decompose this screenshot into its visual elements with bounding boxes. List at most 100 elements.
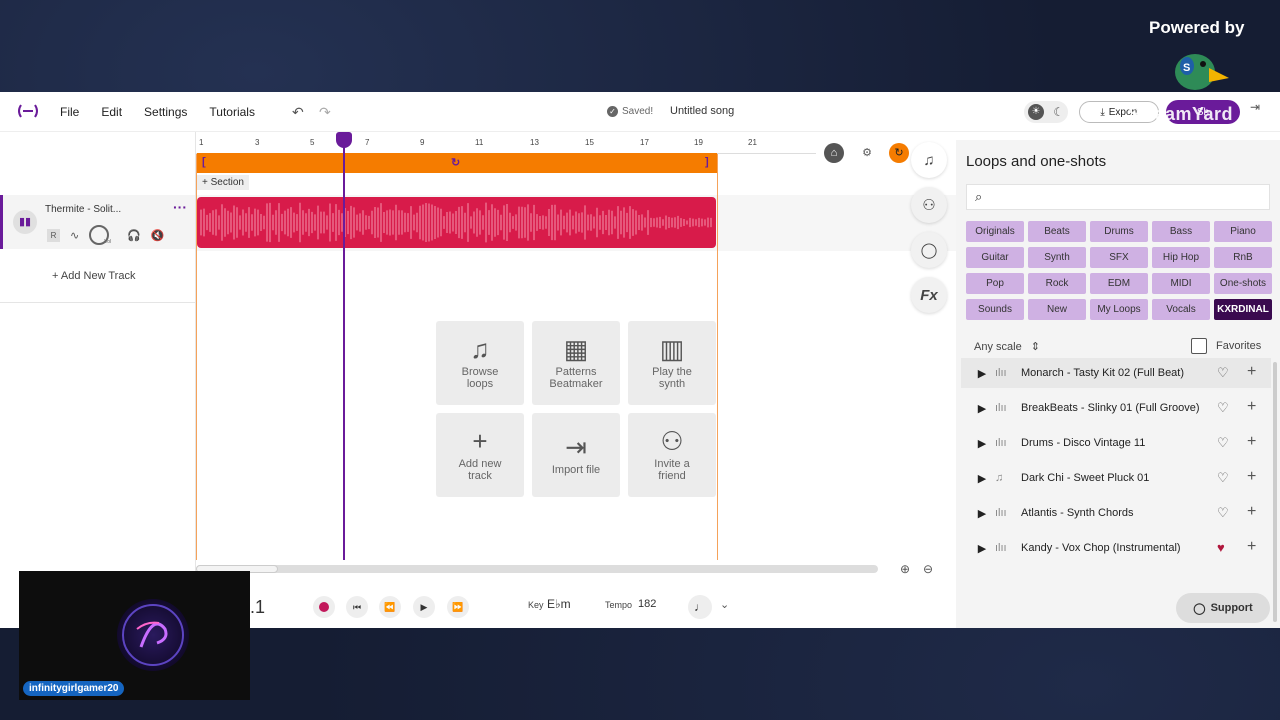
loop-item[interactable]: ▶ ılıı Atlantis - Synth Chords ♡ + [961, 498, 1271, 528]
audio-clip[interactable] [197, 197, 716, 248]
play-icon[interactable]: ▶ [971, 402, 993, 415]
heart-icon[interactable]: ♡ [1217, 400, 1229, 416]
chevron-down-icon[interactable]: ⌄ [720, 598, 729, 611]
import-file-tile[interactable]: ⇥ Import file [532, 413, 620, 497]
chip-kxrdinal[interactable]: KXRDINAL [1214, 299, 1272, 320]
loop-item[interactable]: ▶ ılıı Monarch - Tasty Kit 02 (Full Beat… [961, 358, 1271, 388]
add-icon[interactable]: + [1247, 398, 1256, 416]
chip-sfx[interactable]: SFX [1090, 247, 1148, 268]
add-new-track-link[interactable]: + Add New Track [52, 270, 135, 282]
automation-icon[interactable]: ∿ [70, 229, 79, 242]
track-row[interactable]: ▮▮ Thermite - Solit... ··· R ∿ Vol 🎧 🔇 [0, 195, 195, 249]
chip-new[interactable]: New [1028, 299, 1086, 320]
scale-select[interactable]: Any scale ⇕ [974, 340, 1040, 353]
playhead[interactable] [343, 132, 345, 560]
play-icon[interactable]: ▶ [971, 437, 993, 450]
undo-icon[interactable]: ↶ [292, 104, 304, 121]
patterns-beatmaker-tile[interactable]: ▦ Patterns Beatmaker [532, 321, 620, 405]
chip-hip-hop[interactable]: Hip Hop [1152, 247, 1210, 268]
rewind-icon[interactable]: ⏪ [379, 596, 401, 618]
heart-filled-icon[interactable]: ♥ [1217, 540, 1225, 555]
theme-toggle[interactable]: ☀ ☾ [1024, 101, 1068, 123]
add-new-track-tile[interactable]: + Add new track [436, 413, 524, 497]
record-arm-button[interactable]: R [47, 228, 60, 242]
add-icon[interactable]: + [1247, 468, 1256, 486]
add-icon[interactable]: + [1247, 538, 1256, 556]
chip-bass[interactable]: Bass [1152, 221, 1210, 242]
invite-friend-tile[interactable]: ⚇ Invite a friend [628, 413, 716, 497]
browse-loops-tile[interactable]: ♫ Browse loops [436, 321, 524, 405]
loop-item[interactable]: ▶ ♫ Dark Chi - Sweet Pluck 01 ♡ + [961, 463, 1271, 493]
loop-region-bar[interactable]: [ ↻ ] [197, 153, 717, 173]
mute-icon[interactable]: 🔇 [151, 229, 165, 242]
panel-scrollbar[interactable] [1273, 362, 1277, 622]
chat-icon[interactable]: ◯ [911, 232, 947, 268]
app-logo-icon[interactable] [16, 104, 40, 118]
add-icon[interactable]: + [1247, 503, 1256, 521]
chip-drums[interactable]: Drums [1090, 221, 1148, 242]
metronome-icon[interactable]: ♩ [688, 595, 712, 619]
zoom-in-icon[interactable]: ⊕ [900, 562, 910, 576]
search-input[interactable]: ⌕ [966, 184, 1270, 210]
song-title[interactable]: Untitled song [670, 105, 734, 117]
playhead-handle[interactable] [336, 132, 352, 148]
tempo-value[interactable]: 182 [638, 598, 656, 610]
favorites-checkbox[interactable] [1191, 338, 1207, 354]
menu-file[interactable]: File [60, 105, 79, 119]
chip-edm[interactable]: EDM [1090, 273, 1148, 294]
exit-icon[interactable]: ⇥ [1250, 100, 1260, 114]
loop-end-handle-icon[interactable]: ] [705, 156, 709, 168]
chip-beats[interactable]: Beats [1028, 221, 1086, 242]
heart-icon[interactable]: ♡ [1217, 365, 1229, 381]
autoscroll-icon[interactable]: ⌂ [824, 143, 844, 163]
loop-toggle-icon[interactable]: ↻ [889, 143, 909, 163]
menu-edit[interactable]: Edit [101, 105, 122, 119]
timeline-ruler[interactable]: 1 3 5 7 9 11 13 15 17 19 21 [196, 132, 816, 154]
add-icon[interactable]: + [1247, 433, 1256, 451]
chip-my-loops[interactable]: My Loops [1090, 299, 1148, 320]
chip-piano[interactable]: Piano [1214, 221, 1272, 242]
track-name[interactable]: Thermite - Solit... [45, 204, 121, 215]
play-icon[interactable]: ▶ [971, 367, 993, 380]
play-icon[interactable]: ▶ [971, 507, 993, 520]
add-section-button[interactable]: + Section [197, 175, 249, 190]
volume-knob[interactable]: Vol [89, 225, 111, 245]
chip-sounds[interactable]: Sounds [966, 299, 1024, 320]
key-value[interactable]: E♭m [547, 597, 571, 611]
more-options-icon[interactable]: ··· [173, 199, 187, 215]
timeline-scrollbar[interactable] [196, 565, 878, 573]
headphones-icon[interactable]: 🎧 [127, 229, 141, 242]
chip-midi[interactable]: MIDI [1152, 273, 1210, 294]
loop-item[interactable]: ▶ ılıı Kandy - Vox Chop (Instrumental) ♥… [961, 533, 1271, 563]
loop-item[interactable]: ▶ ılıı BreakBeats - Slinky 01 (Full Groo… [961, 393, 1271, 423]
chip-one-shots[interactable]: One-shots [1214, 273, 1272, 294]
chip-pop[interactable]: Pop [966, 273, 1024, 294]
chip-vocals[interactable]: Vocals [1152, 299, 1210, 320]
skip-to-start-icon[interactable]: ⏮ [346, 596, 368, 618]
chip-guitar[interactable]: Guitar [966, 247, 1024, 268]
gear-icon[interactable]: ⚙ [857, 143, 877, 163]
add-icon[interactable]: + [1247, 363, 1256, 381]
play-icon[interactable]: ▶ [971, 542, 993, 555]
menu-settings[interactable]: Settings [144, 105, 187, 119]
heart-icon[interactable]: ♡ [1217, 435, 1229, 451]
fast-forward-icon[interactable]: ⏩ [447, 596, 469, 618]
loops-tool-icon[interactable]: ♫ [911, 142, 947, 178]
chip-rnb[interactable]: RnB [1214, 247, 1272, 268]
zoom-out-icon[interactable]: ⊖ [923, 562, 933, 576]
redo-icon[interactable]: ↷ [319, 104, 331, 121]
heart-icon[interactable]: ♡ [1217, 470, 1229, 486]
fx-tool-icon[interactable]: Fx [911, 277, 947, 313]
play-icon[interactable]: ▶ [413, 596, 435, 618]
play-icon[interactable]: ▶ [971, 472, 993, 485]
chip-rock[interactable]: Rock [1028, 273, 1086, 294]
chip-originals[interactable]: Originals [966, 221, 1024, 242]
loop-start-handle-icon[interactable]: [ [202, 156, 206, 168]
collaborators-icon[interactable]: ⚇ [911, 187, 947, 223]
heart-icon[interactable]: ♡ [1217, 505, 1229, 521]
loop-item[interactable]: ▶ ılıı Drums - Disco Vintage 11 ♡ + [961, 428, 1271, 458]
record-button[interactable] [313, 596, 335, 618]
menu-tutorials[interactable]: Tutorials [209, 105, 255, 119]
chip-synth[interactable]: Synth [1028, 247, 1086, 268]
support-button[interactable]: ◯ Support [1176, 593, 1270, 623]
